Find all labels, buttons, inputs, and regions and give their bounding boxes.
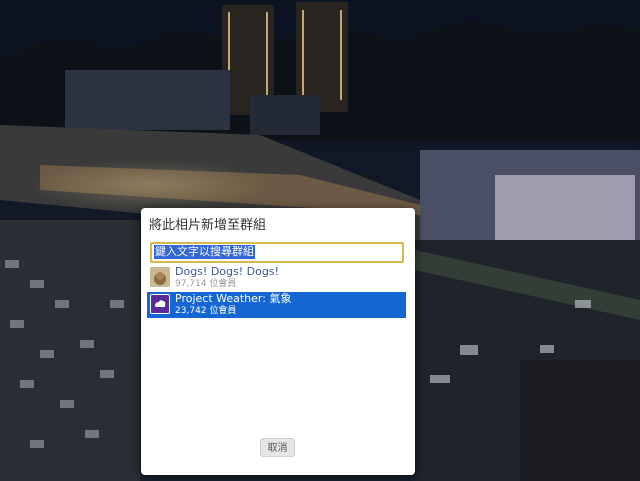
group-member-count: 23,742 位會員: [175, 306, 237, 316]
add-to-group-dialog: 將此相片新增至群組 鍵入文字以搜尋群組 Dogs! Dogs! Dogs! 97…: [141, 208, 415, 475]
group-thumbnail: [150, 294, 170, 314]
group-thumbnail: [150, 267, 170, 287]
search-input-text: 鍵入文字以搜尋群組: [154, 245, 255, 259]
dialog-title: 將此相片新增至群組: [149, 218, 267, 233]
group-name: Project Weather: 氣象: [175, 292, 292, 305]
group-name: Dogs! Dogs! Dogs!: [175, 265, 279, 278]
group-item-dogs[interactable]: Dogs! Dogs! Dogs! 97,714 位會員: [147, 265, 406, 291]
group-search-input[interactable]: 鍵入文字以搜尋群組: [150, 242, 404, 263]
cancel-button[interactable]: 取消: [260, 438, 295, 457]
group-item-project-weather[interactable]: Project Weather: 氣象 23,742 位會員: [147, 292, 406, 318]
group-member-count: 97,714 位會員: [175, 279, 237, 289]
